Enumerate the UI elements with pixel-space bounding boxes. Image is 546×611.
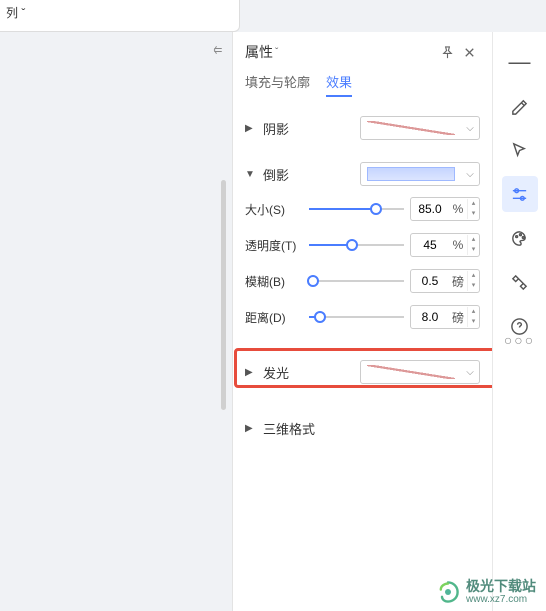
down-icon[interactable]: ▾ bbox=[468, 281, 479, 291]
glow-label: 发光 bbox=[263, 363, 289, 382]
panel-header: 属性 ˇ bbox=[233, 32, 492, 72]
collapse-caret-icon[interactable]: ▶ bbox=[245, 123, 255, 134]
shadow-label: 阴影 bbox=[263, 119, 289, 138]
size-spinner[interactable]: % ▴▾ bbox=[410, 197, 480, 221]
distance-label: 距离(D) bbox=[245, 309, 303, 326]
settings-tool-button[interactable] bbox=[502, 176, 538, 212]
up-icon[interactable]: ▴ bbox=[468, 271, 479, 281]
chevron-down-icon: ⌵ bbox=[461, 367, 479, 378]
distance-unit: 磅 bbox=[449, 309, 467, 326]
tab-fill-outline[interactable]: 填充与轮廓 bbox=[245, 72, 310, 97]
up-icon[interactable]: ▴ bbox=[468, 199, 479, 209]
blur-input[interactable] bbox=[411, 274, 449, 288]
reflection-label: 倒影 bbox=[263, 165, 289, 184]
section-reflection: ▼ 倒影 ⌵ bbox=[233, 151, 492, 191]
select-tool-button[interactable] bbox=[502, 132, 538, 168]
chevron-down-icon: ⌵ bbox=[461, 123, 479, 134]
panel-title-text: 属性 bbox=[245, 42, 273, 62]
watermark-name: 极光下载站 bbox=[466, 579, 536, 594]
size-label: 大小(S) bbox=[245, 201, 303, 218]
collapse-caret-icon[interactable]: ▶ bbox=[245, 423, 255, 434]
distance-row: 距离(D) 磅 ▴▾ bbox=[245, 303, 480, 331]
logo-icon bbox=[436, 580, 460, 604]
tab-effects[interactable]: 效果 bbox=[326, 72, 352, 97]
watermark-url: www.xz7.com bbox=[466, 594, 536, 605]
corner-fragment: 列 ˇ bbox=[0, 0, 240, 32]
expand-caret-icon[interactable]: ▼ bbox=[245, 169, 255, 180]
size-input[interactable] bbox=[411, 202, 449, 216]
size-unit: % bbox=[449, 202, 467, 216]
chevron-down-icon: ⌵ bbox=[461, 169, 479, 180]
swatch-none-icon bbox=[367, 365, 455, 379]
panel-title[interactable]: 属性 ˇ bbox=[245, 42, 436, 62]
tools-button[interactable] bbox=[502, 264, 538, 300]
collapse-caret-icon[interactable]: ▶ bbox=[245, 367, 255, 378]
glow-preset-select[interactable]: ⌵ bbox=[360, 360, 480, 384]
scrollbar[interactable] bbox=[221, 180, 226, 410]
threed-label: 三维格式 bbox=[263, 419, 315, 438]
panel-tabs: 填充与轮廓 效果 bbox=[233, 72, 492, 105]
right-toolbar: — ○○○ bbox=[492, 32, 546, 611]
palette-tool-button[interactable] bbox=[502, 220, 538, 256]
blur-slider[interactable] bbox=[309, 271, 404, 291]
down-icon[interactable]: ▾ bbox=[468, 245, 479, 255]
distance-slider[interactable] bbox=[309, 307, 404, 327]
edit-tool-button[interactable] bbox=[502, 88, 538, 124]
up-icon[interactable]: ▴ bbox=[468, 235, 479, 245]
section-glow: ▶ 发光 ⌵ bbox=[233, 349, 492, 395]
opacity-label: 透明度(T) bbox=[245, 237, 303, 254]
section-shadow: ▶ 阴影 ⌵ bbox=[233, 105, 492, 151]
blur-label: 模糊(B) bbox=[245, 273, 303, 290]
up-icon[interactable]: ▴ bbox=[468, 307, 479, 317]
blur-row: 模糊(B) 磅 ▴▾ bbox=[245, 267, 480, 295]
properties-panel: 属性 ˇ 填充与轮廓 效果 ▶ 阴影 ⌵ ▼ 倒影 bbox=[232, 32, 492, 611]
distance-spinner[interactable]: 磅 ▴▾ bbox=[410, 305, 480, 329]
down-icon[interactable]: ▾ bbox=[468, 317, 479, 327]
down-icon[interactable]: ▾ bbox=[468, 209, 479, 219]
pin-button[interactable] bbox=[436, 41, 458, 63]
corner-text: 列 ˇ bbox=[6, 6, 25, 20]
reflection-preset-select[interactable]: ⌵ bbox=[360, 162, 480, 186]
size-row: 大小(S) % ▴▾ bbox=[245, 195, 480, 223]
opacity-slider[interactable] bbox=[309, 235, 404, 255]
minimize-button[interactable]: — bbox=[502, 44, 538, 80]
watermark: 极光下载站 www.xz7.com bbox=[436, 579, 536, 605]
blur-unit: 磅 bbox=[449, 273, 467, 290]
section-threed: ▶ 三维格式 bbox=[233, 405, 492, 451]
close-button[interactable] bbox=[458, 41, 480, 63]
size-slider[interactable] bbox=[309, 199, 404, 219]
more-button[interactable]: ○○○ bbox=[504, 332, 535, 348]
blur-spinner[interactable]: 磅 ▴▾ bbox=[410, 269, 480, 293]
swatch-reflection-icon bbox=[367, 167, 455, 181]
distance-input[interactable] bbox=[411, 310, 449, 324]
opacity-input[interactable] bbox=[411, 238, 449, 252]
shadow-preset-select[interactable]: ⌵ bbox=[360, 116, 480, 140]
opacity-row: 透明度(T) % ▴▾ bbox=[245, 231, 480, 259]
chevron-down-icon: ˇ bbox=[275, 47, 278, 58]
opacity-spinner[interactable]: % ▴▾ bbox=[410, 233, 480, 257]
opacity-unit: % bbox=[449, 238, 467, 252]
reflection-controls: 大小(S) % ▴▾ 透明度(T) % ▴▾ 模糊(B) bbox=[233, 191, 492, 343]
swatch-none-icon bbox=[367, 121, 455, 135]
collapse-panel-handle[interactable] bbox=[210, 40, 226, 60]
